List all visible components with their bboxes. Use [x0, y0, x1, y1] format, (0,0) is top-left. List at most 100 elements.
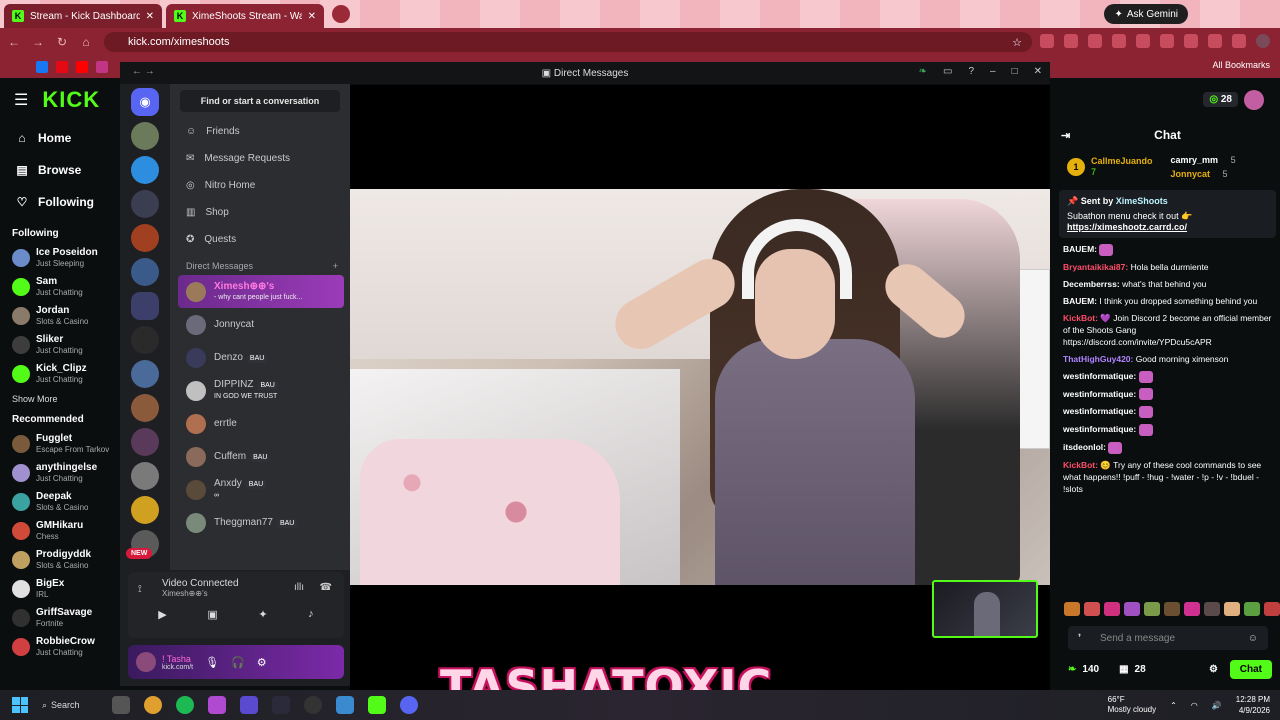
emote-icon[interactable] — [1264, 602, 1280, 616]
chat-username[interactable]: Decemberrss: — [1063, 279, 1120, 289]
extension-icon[interactable] — [1112, 34, 1126, 48]
dm-nav-message-requests[interactable]: ✉ Message Requests — [170, 145, 350, 172]
emote-icon[interactable] — [1184, 602, 1200, 616]
extension-icon[interactable] — [1136, 34, 1150, 48]
url-field[interactable]: kick.com/ximeshoots ☆ — [104, 32, 1032, 52]
channel-item[interactable]: Jordan Slots & Casino — [0, 301, 120, 330]
dm-item[interactable]: Cuffem BAU — [170, 440, 350, 473]
mention-icon[interactable]: ❜ — [1078, 633, 1081, 644]
channel-item[interactable]: Kick_Clipz Just Chatting — [0, 359, 120, 388]
extension-icon[interactable] — [1208, 34, 1222, 48]
server-icon[interactable] — [131, 496, 159, 524]
tab-kick-dashboard[interactable]: K Stream - Kick Dashboard ✕ — [4, 4, 162, 28]
dm-nav-quests[interactable]: ✪ Quests — [170, 226, 350, 253]
channel-item[interactable]: Sam Just Chatting — [0, 272, 120, 301]
nav-home[interactable]: ⌂ Home — [0, 122, 120, 154]
extension-icon[interactable] — [1160, 34, 1174, 48]
home-browser-icon[interactable]: ⌂ — [76, 35, 96, 49]
channel-item[interactable]: Fugglet Escape From Tarkov — [0, 429, 120, 458]
dm-item[interactable]: Denzo BAU — [170, 341, 350, 374]
points-icon[interactable]: ❧ — [1068, 664, 1076, 675]
youtube-bookmark-icon[interactable] — [76, 61, 88, 73]
chat-username[interactable]: westinformatique: — [1063, 406, 1136, 416]
channel-item[interactable]: Prodigyddk Slots & Casino — [0, 545, 120, 574]
discord-nav-arrows-icon[interactable]: ← → — [132, 66, 155, 77]
minimize-icon[interactable]: – — [990, 66, 996, 77]
settings-gear-icon[interactable]: ⚙ — [257, 656, 267, 669]
user-avatar[interactable] — [1244, 90, 1264, 110]
close-tab-icon[interactable]: ✕ — [308, 11, 316, 22]
dm-nav-shop[interactable]: ▥ Shop — [170, 199, 350, 226]
chat-username[interactable]: Bryantaikikai87: — [1063, 262, 1128, 272]
picture-in-picture-video[interactable] — [932, 580, 1038, 638]
server-icon[interactable] — [131, 360, 159, 388]
emote-icon[interactable] — [1124, 602, 1140, 616]
instagram-bookmark-icon[interactable] — [96, 61, 108, 73]
voice-activity-icon[interactable]: ıllı — [294, 582, 304, 593]
server-icon[interactable] — [131, 122, 159, 150]
kick-logo[interactable]: KICK — [42, 87, 100, 113]
menu-icon[interactable]: ☰ — [14, 90, 28, 110]
dm-item[interactable]: Jonnycat — [170, 308, 350, 341]
server-icon[interactable] — [131, 190, 159, 218]
reload-icon[interactable]: ↻ — [52, 35, 72, 49]
chat-username[interactable]: BAUEM: — [1063, 296, 1097, 306]
inbox-icon[interactable]: ▭ — [943, 66, 952, 77]
emote-icon[interactable] — [1204, 602, 1220, 616]
nav-browse[interactable]: ▤ Browse — [0, 154, 120, 186]
kick-app-icon[interactable] — [368, 696, 386, 714]
signal-icon[interactable]: ⟟ — [138, 584, 142, 595]
tray-chevron-icon[interactable]: ⌃ — [1170, 701, 1177, 710]
server-icon[interactable] — [131, 394, 159, 422]
emote-icon[interactable] — [1084, 602, 1100, 616]
chat-username[interactable]: westinformatique: — [1063, 424, 1136, 434]
close-tab-icon[interactable]: ✕ — [146, 11, 154, 22]
kick-points-badge[interactable]: ◎ 28 — [1203, 92, 1238, 107]
camera-icon[interactable]: ▶ — [158, 608, 166, 621]
dm-item[interactable]: Ximesh⊕⊕'s - why cant people just fuck... — [178, 275, 344, 308]
back-icon[interactable]: ← — [4, 35, 24, 49]
extension-icon[interactable] — [1064, 34, 1078, 48]
channel-item[interactable]: RobbieCrow Just Chatting — [0, 632, 120, 661]
weather-widget[interactable]: 66°F Mostly cloudy — [1108, 695, 1156, 715]
tab-ximeshoots-stream[interactable]: K XimeShoots Stream - Watch Liv ✕ — [166, 4, 324, 28]
obs-icon[interactable] — [304, 696, 322, 714]
add-dm-icon[interactable]: + — [333, 261, 338, 271]
emote-icon[interactable] — [1064, 602, 1080, 616]
emote-icon[interactable] — [1244, 602, 1260, 616]
user-avatar[interactable] — [136, 652, 156, 672]
discord-home-icon[interactable]: ◉ — [131, 88, 159, 116]
spotify-icon[interactable] — [176, 696, 194, 714]
dm-item[interactable]: errtle — [170, 407, 350, 440]
collapse-chat-icon[interactable]: ⇥ — [1061, 129, 1070, 142]
new-tab-button[interactable] — [332, 5, 350, 23]
dm-item[interactable]: Theggman77 BAU — [170, 506, 350, 539]
app-icon[interactable] — [208, 696, 226, 714]
channel-item[interactable]: BigEx IRL — [0, 574, 120, 603]
emote-icon[interactable] — [1224, 602, 1240, 616]
chat-username[interactable]: westinformatique: — [1063, 371, 1136, 381]
microphone-icon[interactable]: 🎙 — [205, 656, 219, 669]
close-icon[interactable]: ✕ — [1034, 66, 1042, 77]
clock[interactable]: 12:28 PM 4/9/2026 — [1236, 694, 1270, 716]
emote-icon[interactable] — [1144, 602, 1160, 616]
nav-following[interactable]: ♡ Following — [0, 186, 120, 218]
chat-username[interactable]: westinformatique: — [1063, 389, 1136, 399]
notepad-icon[interactable] — [336, 696, 354, 714]
video-player[interactable]: TASHATOXIC — [350, 85, 1050, 714]
bookmark-star-icon[interactable]: ☆ — [1012, 36, 1022, 49]
extension-icon[interactable] — [1232, 34, 1246, 48]
extension-icon[interactable] — [1184, 34, 1198, 48]
nitro-leaf-icon[interactable]: ❧ — [919, 66, 927, 77]
chrome-icon[interactable] — [144, 696, 162, 714]
taskbar-search[interactable]: ⌕ Search — [42, 700, 80, 711]
app-icon[interactable] — [272, 696, 290, 714]
facebook-bookmark-icon[interactable] — [36, 61, 48, 73]
dm-item[interactable]: DIPPINZ BAU IN GOD WE TRUST — [170, 374, 350, 407]
emote-icon[interactable] — [1164, 602, 1180, 616]
chat-username[interactable]: BAUEM: — [1063, 244, 1097, 254]
chat-send-button[interactable]: Chat — [1229, 659, 1272, 679]
channel-item[interactable]: Deepak Slots & Casino — [0, 487, 120, 516]
headphones-icon[interactable]: 🎧 — [231, 656, 245, 669]
extension-icon[interactable] — [1088, 34, 1102, 48]
